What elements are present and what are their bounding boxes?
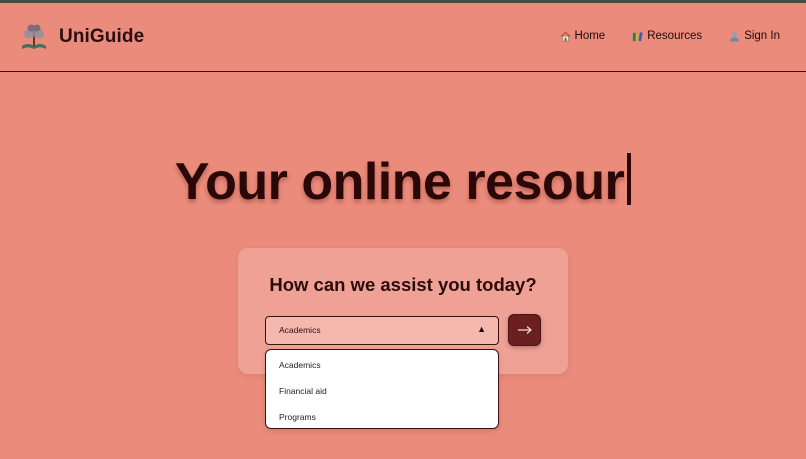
dropdown-option-academics[interactable]: Academics [279, 360, 321, 370]
books-icon [633, 31, 643, 41]
brand[interactable]: UniGuide [18, 21, 144, 53]
hero: Your online resour [0, 147, 806, 217]
arrow-right-icon [517, 326, 532, 334]
nav-resources-label: Resources [647, 30, 703, 42]
typing-caret [627, 153, 632, 205]
house-icon [560, 31, 571, 41]
hero-title: Your online resour [174, 147, 632, 217]
main-nav: Home Resources Sign In [533, 30, 780, 42]
nav-sign-in-label: Sign In [744, 30, 780, 42]
dropdown-option-financial-aid[interactable]: Financial aid [279, 386, 327, 396]
nav-resources[interactable]: Resources [632, 30, 702, 42]
tree-book-logo-icon [22, 24, 46, 49]
nav-sign-in[interactable]: Sign In [729, 30, 780, 42]
nav-home[interactable]: Home [560, 30, 606, 42]
assist-title: How can we assist you today? [269, 274, 537, 295]
hero-typed-text: Your online resour [174, 153, 625, 211]
dropdown-option-programs[interactable]: Programs [279, 412, 316, 422]
triangle-up-icon: ▲ [477, 324, 486, 334]
topic-select[interactable]: Academics ▲ [265, 316, 499, 345]
topic-select-value: Academics [279, 325, 321, 335]
topic-dropdown-menu: Academics Financial aid Programs [265, 349, 499, 429]
submit-button[interactable] [508, 314, 541, 346]
brand-name: UniGuide [59, 26, 145, 47]
user-icon [730, 31, 740, 42]
nav-home-label: Home [574, 30, 606, 42]
navbar: UniGuide Home Resources Sign In [0, 3, 806, 72]
